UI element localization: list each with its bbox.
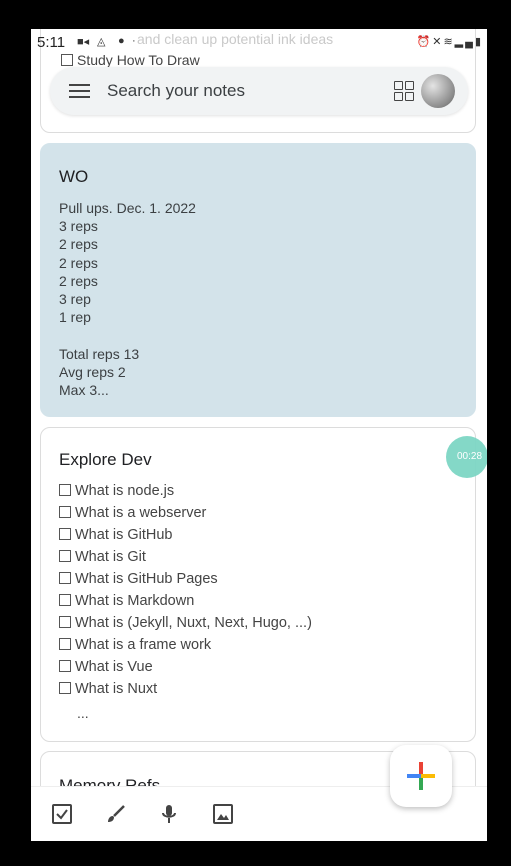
note-line: 2 reps <box>59 272 98 289</box>
note-card-wo[interactable]: WO Pull ups. Dec. 1. 2022 3 reps 2 reps … <box>40 143 476 417</box>
checklist-item-text: What is Markdown <box>75 593 195 609</box>
checklist: What is node.js What is a webserver What… <box>59 480 312 700</box>
note-line: Total reps 13 <box>59 345 140 362</box>
system-icons: ⏰✕≋▂▄▮ <box>417 35 483 48</box>
checklist-item: What is a frame work <box>59 634 312 656</box>
recording-timer-badge[interactable]: 00:28 <box>446 436 487 478</box>
checklist-item-text: What is Nuxt <box>75 681 158 697</box>
note-line: 1 rep <box>59 309 91 326</box>
checkbox-icon <box>59 528 71 540</box>
checklist-item: What is (Jekyll, Nuxt, Next, Hugo, ...) <box>59 612 312 634</box>
status-ghost-text: and clean up potential ink ideas <box>137 31 334 47</box>
wifi-icon: ≋ <box>443 36 455 48</box>
checkbox-icon <box>59 660 71 672</box>
grid-view-icon[interactable] <box>394 81 415 102</box>
checklist-item-text: What is (Jekyll, Nuxt, Next, Hugo, ...) <box>75 615 312 631</box>
drive-icon: ◬ <box>97 36 106 48</box>
checklist-item: What is Markdown <box>59 590 312 612</box>
search-input[interactable]: Search your notes <box>107 81 245 101</box>
plus-icon <box>407 762 435 790</box>
checklist-item-text: What is Git <box>75 549 146 565</box>
checklist-item-text: What is a frame work <box>75 637 212 653</box>
more-indicator: ... <box>77 705 89 721</box>
note-line: 3 reps <box>59 218 98 235</box>
note-title: Explore Dev <box>59 450 152 469</box>
checklist-item: What is node.js <box>59 480 312 502</box>
checkbox-icon <box>61 54 73 66</box>
note-line: 2 reps <box>59 254 98 271</box>
image-icon[interactable] <box>212 803 234 825</box>
note-card-explore-dev[interactable]: Explore Dev What is node.js What is a we… <box>40 427 476 742</box>
checklist-item: What is a webserver <box>59 502 312 524</box>
checklist-item-text: What is a webserver <box>75 505 207 521</box>
checkbox-icon <box>59 550 71 562</box>
alarm-icon: ⏰ <box>416 36 433 48</box>
note-line: Avg reps 2 <box>59 363 126 380</box>
note-body: Pull ups. Dec. 1. 2022 3 reps 2 reps 2 r… <box>59 199 196 399</box>
checkbox-icon[interactable] <box>51 803 73 825</box>
checkbox-icon <box>59 484 71 496</box>
mute-icon: ✕ <box>432 36 444 48</box>
checkbox-icon <box>59 506 71 518</box>
checklist-item: What is GitHub Pages <box>59 568 312 590</box>
checkbox-icon <box>59 616 71 628</box>
checkbox-icon <box>59 682 71 694</box>
status-time: 5:11 <box>37 34 66 51</box>
video-icon: ■◂ <box>77 36 90 48</box>
note-line <box>59 326 196 344</box>
signal-icon: ▂▄ <box>454 36 475 48</box>
checkbox-icon <box>59 572 71 584</box>
note-line: Pull ups. Dec. 1. 2022 <box>59 200 196 216</box>
note-line: 3 rep <box>59 290 91 307</box>
avatar[interactable] <box>421 74 455 108</box>
checklist-item-text: What is node.js <box>75 483 175 499</box>
checklist-item: What is Nuxt <box>59 678 312 700</box>
new-note-button[interactable] <box>390 745 452 807</box>
checklist-item: What is Git <box>59 546 312 568</box>
checklist-item-text: What is GitHub <box>75 527 173 543</box>
checklist-item-text: What is Vue <box>75 659 153 675</box>
checklist-item: What is GitHub <box>59 524 312 546</box>
note-line: Max 3... <box>59 381 109 398</box>
battery-icon: ▮ <box>474 36 483 48</box>
brush-icon[interactable] <box>105 803 127 825</box>
checklist-item: What is Vue <box>59 656 312 678</box>
dot-icon: · <box>132 35 136 47</box>
note-title: WO <box>59 167 89 186</box>
timer-icon: ● <box>118 35 125 47</box>
checkbox-icon <box>59 594 71 606</box>
status-bar: 5:11 ■◂ ◬ ● · and clean up potential ink… <box>31 29 487 55</box>
menu-icon[interactable] <box>69 84 90 98</box>
checkbox-icon <box>59 638 71 650</box>
mic-icon[interactable] <box>158 803 180 825</box>
checklist-item-text: What is GitHub Pages <box>75 571 218 587</box>
note-line: 2 reps <box>59 236 98 253</box>
search-bar[interactable]: Search your notes <box>50 67 468 115</box>
phone-screen: Study How To Draw WO Pull ups. Dec. 1. 2… <box>31 29 487 841</box>
